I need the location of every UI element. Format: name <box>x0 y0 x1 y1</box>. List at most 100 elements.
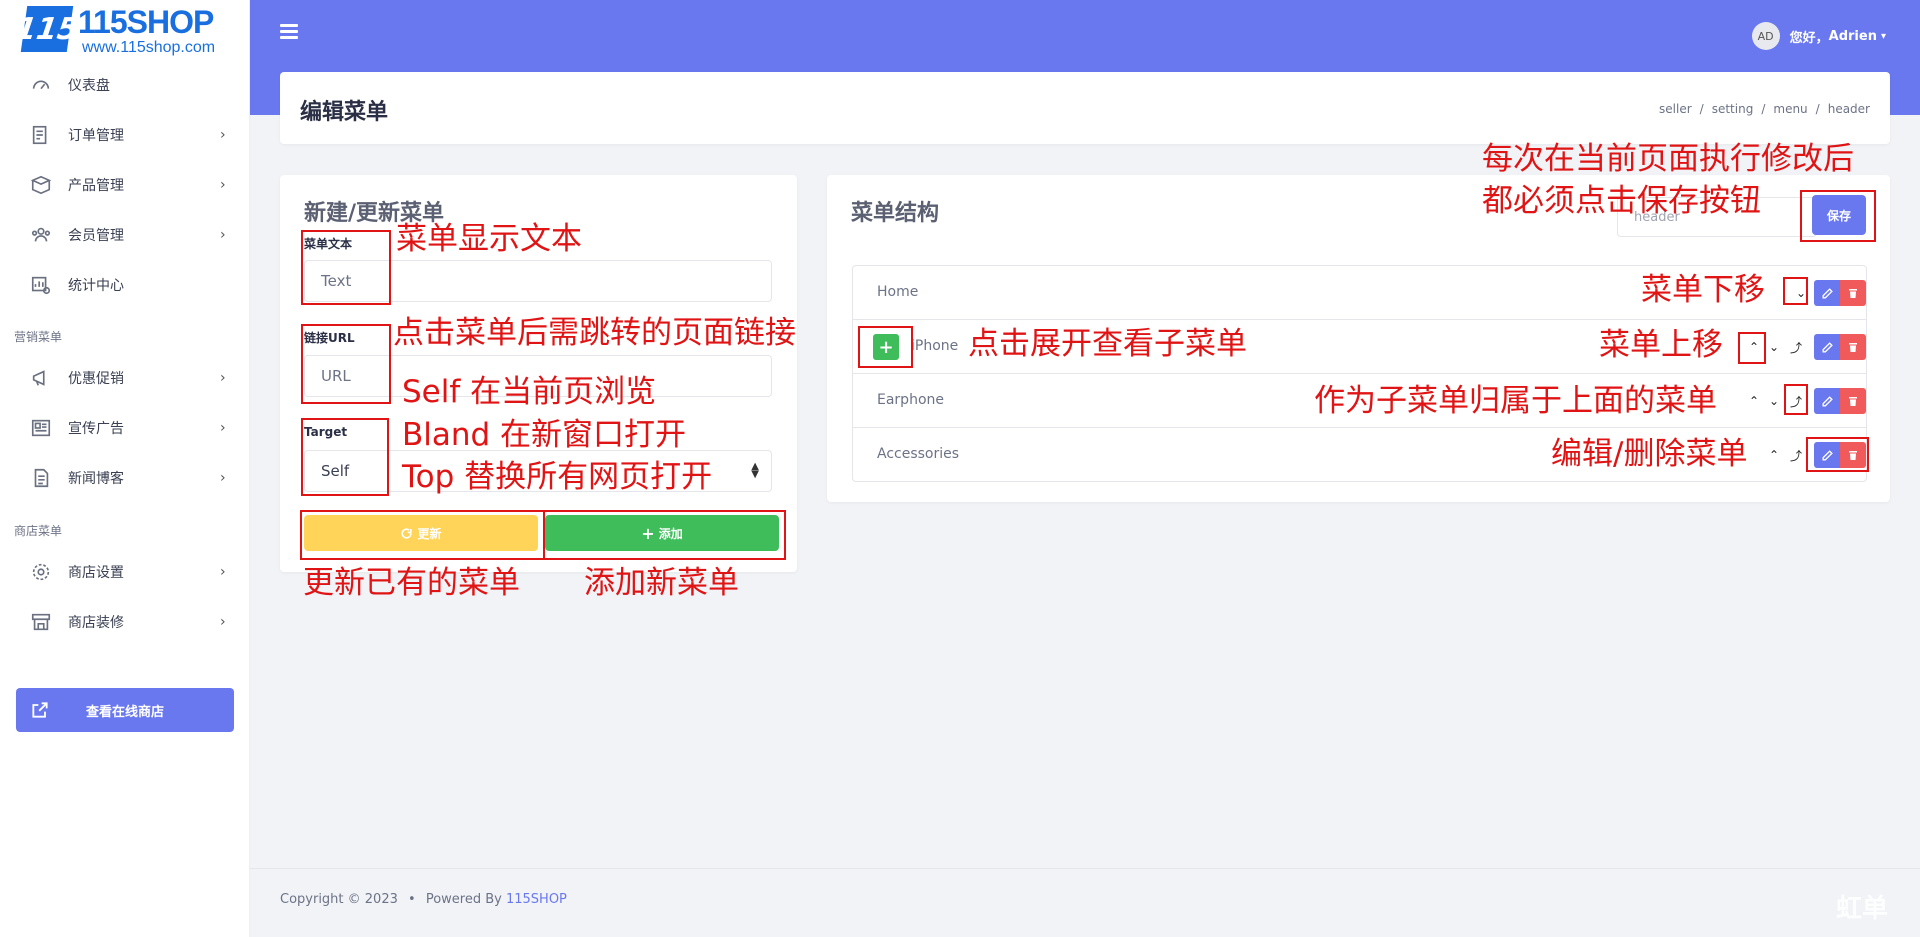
footer-copyright: Copyright © 2023 <box>280 892 398 907</box>
sidebar-item-label: 订单管理 <box>68 128 124 144</box>
annotation-indent: 作为子菜单归属于上面的菜单 <box>1314 383 1717 419</box>
move-up-icon[interactable]: ⌃ <box>1743 390 1765 412</box>
sidebar-item-dashboard[interactable]: 仪表盘 <box>0 65 250 105</box>
menu-row-label: Home <box>877 284 919 300</box>
chevron-down-icon: ▾ <box>1880 30 1886 42</box>
delete-icon[interactable] <box>1840 388 1866 414</box>
chevron-right-icon: › <box>220 564 226 580</box>
sidebar-item-stats[interactable]: 统计中心 <box>0 265 250 305</box>
annotation-box-move-down <box>1783 277 1808 305</box>
edit-icon[interactable] <box>1814 280 1840 306</box>
footer-brand-link[interactable]: 115SHOP <box>506 892 567 907</box>
select-arrows-icon: ▲ ▼ <box>751 461 759 480</box>
sidebar-item-label: 会员管理 <box>68 228 124 244</box>
breadcrumb: seller / setting / menu / header <box>1659 102 1870 116</box>
sidebar-item-products[interactable]: 产品管理 › <box>0 165 250 205</box>
logo-url: www.115shop.com <box>82 39 216 56</box>
annotation-edit-delete: 编辑/删除菜单 <box>1551 436 1748 472</box>
stats-icon <box>31 276 51 295</box>
annotation-expand: 点击展开查看子菜单 <box>968 326 1247 362</box>
annotation-box-update <box>300 510 545 560</box>
user-menu[interactable]: AD 您好， Adrien ▾ <box>1751 22 1886 50</box>
annotation-link-url: 点击菜单后需跳转的页面链接 <box>393 315 796 351</box>
annotation-box-add <box>543 510 786 560</box>
chevron-right-icon: › <box>220 227 226 243</box>
breadcrumb-item: header <box>1827 102 1870 116</box>
move-down-icon[interactable]: ⌄ <box>1763 336 1785 358</box>
greeting: 您好， <box>1789 30 1829 46</box>
annotation-box-expand <box>858 326 913 368</box>
edit-icon[interactable] <box>1814 388 1840 414</box>
box-icon <box>30 175 52 195</box>
annotation-move-up: 菜单上移 <box>1599 327 1723 363</box>
footer-dot: • <box>408 892 416 907</box>
menu-row-label: iPhone <box>911 338 959 354</box>
sidebar-item-label: 商店装修 <box>68 615 124 631</box>
sidebar-item-label: 宣传广告 <box>68 421 124 437</box>
view-store-button[interactable]: 查看在线商店 <box>16 688 234 732</box>
chevron-right-icon: › <box>220 614 226 630</box>
sidebar: 115 115SHOP www.115shop.com 仪表盘 订单管理 › 产… <box>0 0 250 937</box>
annotation-box-indent <box>1784 384 1808 415</box>
sidebar-item-ads[interactable]: 宣传广告 › <box>0 408 250 448</box>
annotation-box-target <box>301 418 389 496</box>
annotation-box-link-url <box>301 324 391 404</box>
section-store: 商店菜单 <box>14 524 63 538</box>
indent-arrow-icon[interactable]: ⤴ <box>1785 444 1807 466</box>
sidebar-item-orders[interactable]: 订单管理 › <box>0 115 250 155</box>
avatar: AD <box>1751 22 1780 50</box>
view-store-label: 查看在线商店 <box>86 704 165 720</box>
sidebar-item-label: 优惠促销 <box>68 371 124 387</box>
breadcrumb-item[interactable]: seller <box>1659 102 1692 116</box>
logo-name: 115SHOP <box>78 4 214 40</box>
logo-mark: 115 <box>13 6 81 52</box>
chevron-right-icon: › <box>220 420 226 436</box>
structure-title: 菜单结构 <box>851 201 940 226</box>
annotation-box-move-up <box>1738 332 1766 364</box>
sidebar-item-promotions[interactable]: 优惠促销 › <box>0 358 250 398</box>
annotation-move-down: 菜单下移 <box>1641 272 1765 308</box>
storefront-icon <box>31 613 51 631</box>
sidebar-item-label: 产品管理 <box>68 178 124 194</box>
brand-logo[interactable]: 115 115SHOP www.115shop.com <box>13 4 234 56</box>
sidebar-item-blog[interactable]: 新闻博客 › <box>0 458 250 498</box>
users-icon <box>31 227 51 242</box>
chevron-right-icon: › <box>220 127 226 143</box>
sidebar-item-store-decor[interactable]: 商店装修 › <box>0 602 250 642</box>
sidebar-item-label: 统计中心 <box>68 278 124 294</box>
sidebar-item-label: 商店设置 <box>68 565 124 581</box>
indent-arrow-icon[interactable]: ⤴ <box>1785 336 1807 358</box>
move-up-icon[interactable]: ⌃ <box>1763 444 1785 466</box>
menu-toggle-icon[interactable] <box>280 24 298 40</box>
delete-icon[interactable] <box>1840 334 1866 360</box>
edit-icon[interactable] <box>1814 334 1840 360</box>
chevron-right-icon: › <box>220 370 226 386</box>
annotation-box-save <box>1800 190 1876 242</box>
sidebar-item-members[interactable]: 会员管理 › <box>0 215 250 255</box>
username: Adrien <box>1828 28 1877 44</box>
external-link-icon <box>32 702 48 718</box>
footer-divider <box>250 868 1920 869</box>
chevron-right-icon: › <box>220 470 226 486</box>
footer-powered-by: Powered By <box>425 892 502 907</box>
newspaper-icon <box>31 419 51 437</box>
move-down-icon[interactable]: ⌄ <box>1763 390 1785 412</box>
annotation-menu-text: 菜单显示文本 <box>396 221 582 257</box>
annotation-target-top: Top 替换所有网页打开 <box>402 459 713 495</box>
delete-icon[interactable] <box>1840 280 1866 306</box>
page-header-card: 编辑菜单 seller / setting / menu / header <box>280 72 1890 144</box>
breadcrumb-item[interactable]: setting <box>1712 102 1754 116</box>
sidebar-item-label: 新闻博客 <box>68 471 124 487</box>
chevron-right-icon: › <box>220 177 226 193</box>
annotation-box-menu-text <box>301 230 391 305</box>
megaphone-icon <box>32 370 45 386</box>
annotation-save-note-2: 都必须点击保存按钮 <box>1482 183 1761 219</box>
page-title: 编辑菜单 <box>300 100 389 125</box>
document-icon <box>34 468 49 488</box>
footer: Copyright © 2023 • Powered By 115SHOP <box>280 892 567 907</box>
breadcrumb-item[interactable]: menu <box>1773 102 1807 116</box>
watermark: 虹单 <box>1836 894 1889 924</box>
sidebar-item-store-settings[interactable]: 商店设置 › <box>0 552 250 592</box>
annotation-target-self: Self 在当前页浏览 <box>402 374 657 410</box>
menu-row-label: Accessories <box>877 446 960 462</box>
